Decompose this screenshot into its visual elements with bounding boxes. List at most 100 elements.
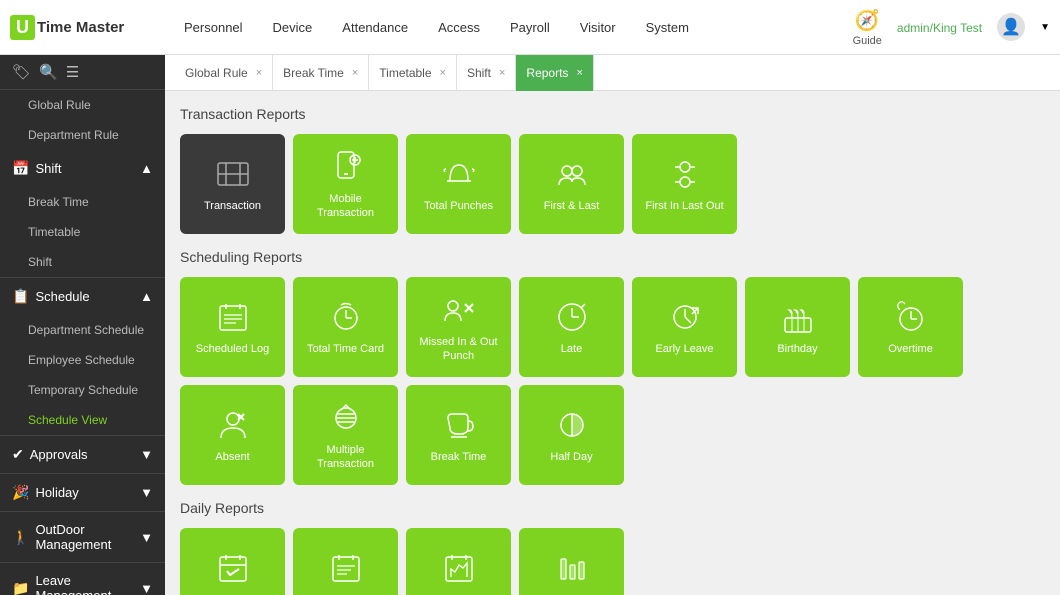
- sidebar-tools: 🏷 🔍 ☰: [0, 55, 165, 90]
- card-daily-attendance[interactable]: Daily Attendance: [180, 528, 285, 595]
- tab-global-rule-close[interactable]: ×: [256, 67, 262, 79]
- sidebar-header-shift[interactable]: 📅 Shift ▲: [0, 150, 165, 187]
- card-missed-punch[interactable]: Missed In & Out Punch: [406, 277, 511, 377]
- nav-visitor[interactable]: Visitor: [566, 12, 630, 43]
- punches-icon: [440, 155, 478, 193]
- tab-reports[interactable]: Reports ×: [516, 55, 593, 91]
- chevron-down-icon: ▼: [140, 447, 153, 462]
- sidebar-item-department-rule[interactable]: Department Rule: [0, 120, 165, 150]
- content-area: Global Rule × Break Time × Timetable × S…: [165, 55, 1060, 595]
- tag-icon[interactable]: 🏷: [12, 63, 31, 81]
- sidebar-header-approvals[interactable]: ✔ Approvals ▼: [0, 436, 165, 473]
- sidebar-schedule-label: Schedule: [35, 289, 89, 304]
- mobile-icon: [327, 148, 365, 186]
- transaction-reports-title: Transaction Reports: [180, 106, 1045, 122]
- sidebar-item-emp-schedule[interactable]: Employee Schedule: [0, 345, 165, 375]
- sidebar-header-schedule[interactable]: 📋 Schedule ▲: [0, 278, 165, 315]
- tab-global-rule[interactable]: Global Rule ×: [175, 55, 273, 91]
- daily-status-icon: [553, 549, 591, 587]
- nav-personnel[interactable]: Personnel: [170, 12, 257, 43]
- card-mobile-transaction[interactable]: Mobile Transaction: [293, 134, 398, 234]
- nav-attendance[interactable]: Attendance: [328, 12, 422, 43]
- sidebar-section-shift: 📅 Shift ▲ Break Time Timetable Shift: [0, 150, 165, 278]
- tab-shift[interactable]: Shift ×: [457, 55, 516, 91]
- card-break-time-label: Break Time: [431, 450, 487, 464]
- reports-content: Transaction Reports Transaction: [165, 91, 1060, 595]
- sidebar-item-break-time[interactable]: Break Time: [0, 187, 165, 217]
- tabs-bar: Global Rule × Break Time × Timetable × S…: [165, 55, 1060, 91]
- nav-access[interactable]: Access: [424, 12, 494, 43]
- list-icon[interactable]: ☰: [66, 63, 79, 81]
- card-first-last[interactable]: First & Last: [519, 134, 624, 234]
- card-transaction-label: Transaction: [204, 199, 261, 213]
- card-daily-status[interactable]: Daily Status: [519, 528, 624, 595]
- sidebar-item-schedule-view[interactable]: Schedule View: [0, 405, 165, 435]
- tab-shift-close[interactable]: ×: [499, 67, 505, 79]
- sidebar-header-outdoor[interactable]: 🚶 OutDoor Management ▼: [0, 512, 165, 562]
- card-early-leave-label: Early Leave: [655, 342, 713, 356]
- sidebar-leave-label: Leave Management: [35, 573, 140, 595]
- sidebar-section-outdoor: 🚶 OutDoor Management ▼: [0, 512, 165, 563]
- transaction-icon: [214, 155, 252, 193]
- late-icon: [553, 298, 591, 336]
- dropdown-icon[interactable]: ▼: [1040, 22, 1050, 33]
- search-icon[interactable]: 🔍: [39, 63, 58, 81]
- sidebar-header-holiday[interactable]: 🎉 Holiday ▼: [0, 474, 165, 511]
- leave-icon: 📁: [12, 580, 29, 595]
- sidebar-header-leave[interactable]: 📁 Leave Management ▼: [0, 563, 165, 595]
- scheduling-reports-grid: Scheduled Log Total Time Card: [180, 277, 1045, 485]
- break-time-icon: [440, 406, 478, 444]
- nav-items: Personnel Device Attendance Access Payro…: [170, 12, 853, 43]
- card-daily-summary[interactable]: Daily Summary: [406, 528, 511, 595]
- card-break-time[interactable]: Break Time: [406, 385, 511, 485]
- guide-button[interactable]: 🧭 Guide: [853, 8, 882, 47]
- card-late-label: Late: [561, 342, 582, 356]
- sidebar-shift-label: Shift: [35, 161, 61, 176]
- scheduled-log-icon: [214, 298, 252, 336]
- main-layout: 🏷 🔍 ☰ Global Rule Department Rule 📅 Shif…: [0, 55, 1060, 595]
- tab-break-time[interactable]: Break Time ×: [273, 55, 369, 91]
- card-first-in-last-out-label: First In Last Out: [645, 199, 723, 213]
- shift-icon: 📅: [12, 160, 29, 177]
- card-absent-label: Absent: [215, 450, 249, 464]
- chevron-down-icon2: ▼: [140, 485, 153, 500]
- card-daily-details[interactable]: Daily Details: [293, 528, 398, 595]
- guide-label: Guide: [853, 35, 882, 47]
- card-scheduled-log-label: Scheduled Log: [196, 342, 269, 356]
- sidebar-item-global-rule[interactable]: Global Rule: [0, 90, 165, 120]
- scheduling-reports-title: Scheduling Reports: [180, 249, 1045, 265]
- sidebar-section-schedule: 📋 Schedule ▲ Department Schedule Employe…: [0, 278, 165, 436]
- card-absent[interactable]: Absent: [180, 385, 285, 485]
- sidebar-item-temp-schedule[interactable]: Temporary Schedule: [0, 375, 165, 405]
- card-total-punches[interactable]: Total Punches: [406, 134, 511, 234]
- birthday-icon: [779, 298, 817, 336]
- tab-timetable[interactable]: Timetable ×: [369, 55, 457, 91]
- user-avatar[interactable]: 👤: [997, 13, 1025, 41]
- app-logo[interactable]: U Time Master: [10, 15, 150, 40]
- card-half-day[interactable]: Half Day: [519, 385, 624, 485]
- nav-payroll[interactable]: Payroll: [496, 12, 564, 43]
- early-leave-icon: [666, 298, 704, 336]
- card-first-in-last-out[interactable]: First In Last Out: [632, 134, 737, 234]
- card-half-day-label: Half Day: [550, 450, 592, 464]
- card-birthday[interactable]: Birthday: [745, 277, 850, 377]
- nav-system[interactable]: System: [632, 12, 703, 43]
- card-scheduled-log[interactable]: Scheduled Log: [180, 277, 285, 377]
- sidebar-section-leave: 📁 Leave Management ▼: [0, 563, 165, 595]
- sidebar-item-timetable[interactable]: Timetable: [0, 217, 165, 247]
- tab-reports-close[interactable]: ×: [576, 67, 582, 79]
- approvals-icon: ✔: [12, 446, 24, 463]
- card-early-leave[interactable]: Early Leave: [632, 277, 737, 377]
- card-transaction[interactable]: Transaction: [180, 134, 285, 234]
- tab-shift-label: Shift: [467, 66, 491, 80]
- card-multiple-transaction[interactable]: Multiple Transaction: [293, 385, 398, 485]
- sidebar-item-shift[interactable]: Shift: [0, 247, 165, 277]
- card-overtime[interactable]: Overtime: [858, 277, 963, 377]
- card-late[interactable]: Late: [519, 277, 624, 377]
- tab-timetable-close[interactable]: ×: [440, 67, 446, 79]
- sidebar-item-dept-schedule[interactable]: Department Schedule: [0, 315, 165, 345]
- tab-break-time-close[interactable]: ×: [352, 67, 358, 79]
- nav-device[interactable]: Device: [259, 12, 327, 43]
- half-day-icon: [553, 406, 591, 444]
- card-total-time-card[interactable]: Total Time Card: [293, 277, 398, 377]
